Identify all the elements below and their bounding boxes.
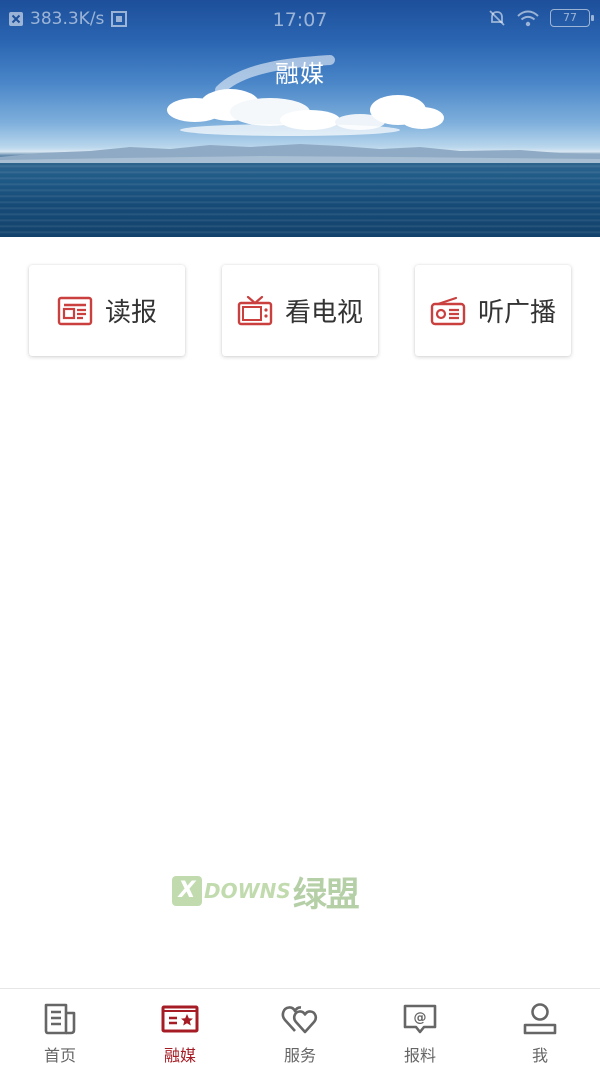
header-banner: 383.3K/s 17:07 77 融媒 bbox=[0, 0, 600, 237]
person-icon bbox=[523, 1003, 557, 1035]
watermark-text: DOWNS bbox=[204, 879, 291, 903]
mountain-silhouette bbox=[0, 144, 600, 163]
listen-radio-card[interactable]: 听广播 bbox=[415, 265, 571, 356]
tab-label: 我 bbox=[531, 1046, 548, 1065]
tab-services[interactable]: 服务 bbox=[240, 989, 360, 1067]
media-entry-grid: 读报 看电视 听广播 bbox=[0, 265, 600, 357]
tv-icon bbox=[237, 295, 273, 325]
tab-media[interactable]: 融媒 bbox=[120, 989, 240, 1067]
tab-label: 融媒 bbox=[163, 1046, 196, 1065]
home-doc-icon bbox=[44, 1003, 76, 1035]
read-newspaper-card[interactable]: 读报 bbox=[29, 265, 185, 356]
card-label: 看电视 bbox=[284, 298, 363, 328]
tab-label: 报料 bbox=[403, 1046, 436, 1065]
battery-indicator: 77 bbox=[550, 9, 594, 27]
watch-tv-card[interactable]: 看电视 bbox=[222, 265, 378, 356]
status-bar: 383.3K/s 17:07 77 bbox=[0, 0, 600, 38]
wifi-icon bbox=[517, 10, 539, 27]
tab-report[interactable]: @ 报料 bbox=[360, 989, 480, 1067]
svg-text:@: @ bbox=[414, 1011, 427, 1026]
at-message-icon: @ bbox=[403, 1004, 437, 1034]
watermark-x: X bbox=[172, 876, 202, 906]
watermark-logo: X DOWNS 绿盟 bbox=[172, 870, 362, 915]
mute-bell-icon bbox=[489, 10, 505, 26]
media-card-icon bbox=[161, 1005, 199, 1033]
page-title: 融媒 bbox=[275, 60, 325, 88]
watermark-cn: 绿盟 bbox=[292, 874, 360, 915]
card-label: 听广播 bbox=[477, 298, 556, 328]
sea-surface bbox=[0, 162, 600, 237]
radio-icon bbox=[430, 296, 466, 325]
tab-me[interactable]: 我 bbox=[480, 989, 600, 1067]
tab-label: 首页 bbox=[43, 1046, 76, 1065]
tab-label: 服务 bbox=[283, 1046, 316, 1065]
card-label: 读报 bbox=[104, 298, 157, 328]
tab-home[interactable]: 首页 bbox=[0, 989, 120, 1067]
hearts-icon bbox=[281, 1006, 318, 1034]
bottom-tab-bar: 首页 融媒 服务 @ 报料 我 bbox=[0, 988, 600, 1067]
newspaper-icon bbox=[57, 296, 93, 325]
